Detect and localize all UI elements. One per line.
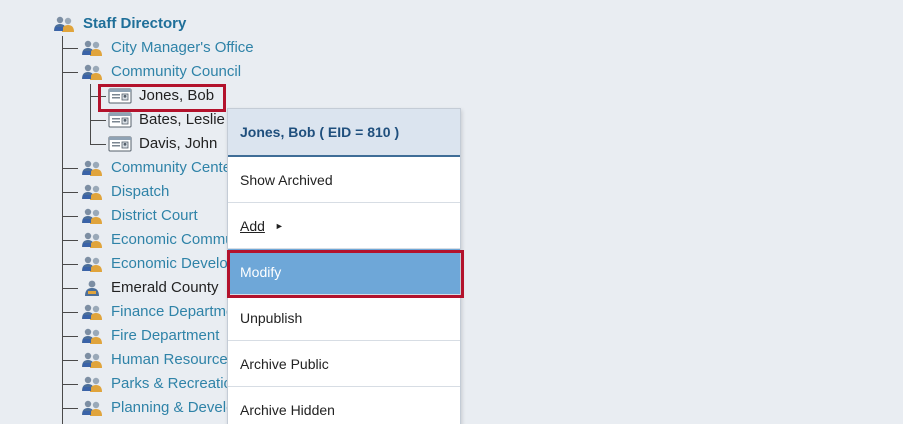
group-icon [80,327,104,345]
group-icon [80,351,104,369]
tree-connector [62,192,78,193]
menu-item-modify[interactable]: Modify [228,249,460,295]
tree-item-label: Davis, John [139,135,218,152]
group-icon [80,159,104,177]
context-menu: Jones, Bob ( EID = 810 ) Show Archived A… [227,108,464,424]
menu-item-label: Archive Public [240,355,329,372]
tree-item-person[interactable]: Jones, Bob [108,84,214,108]
tree-connector [62,384,78,385]
group-icon [80,303,104,321]
tree-item-label: City Manager's Office [111,39,254,56]
tree-item-department[interactable]: Human Resources [80,348,235,372]
menu-item-label: Add [240,217,265,234]
menu-item-label: Show Archived [240,171,333,188]
tree-item-department[interactable]: Community Council [80,60,241,84]
tree-connector [62,408,78,409]
tree-line-main [62,36,63,424]
tree-connector [62,168,78,169]
tree-item-department[interactable]: District Court [80,204,198,228]
tree-connector [62,360,78,361]
group-icon [80,63,104,81]
tree-connector [62,240,78,241]
menu-item-archive-public[interactable]: Archive Public [228,341,460,387]
tree-item-department[interactable]: Parks & Recreation [80,372,240,396]
tree-item-label: Jones, Bob [139,87,215,104]
group-icon [52,15,76,33]
tree-item-label: Community Council [111,63,242,80]
tree-connector [62,288,78,289]
tree-connector [62,216,78,217]
tree-item-department[interactable]: Community Center [80,156,236,180]
tree-connector [62,336,78,337]
staff-directory-tree: Staff Directory City Manager's Office Com… [0,0,903,424]
tree-connector [62,312,78,313]
tree-item-label: Human Resources [111,351,236,368]
tree-item-label: Fire Department [111,327,220,344]
tree-item-department[interactable]: City Manager's Office [80,36,254,60]
submenu-arrow-icon: ► [274,220,284,231]
tree-item-label: Emerald County [111,279,219,296]
tree-item-department[interactable]: Fire Department [80,324,219,348]
tree-item-label: Parks & Recreation [111,375,241,392]
group-icon [80,183,104,201]
tree-item-department[interactable]: Dispatch [80,180,169,204]
contact-card-icon [108,135,132,153]
menu-item-label: Modify [240,263,282,280]
tree-item-label: District Court [111,207,198,224]
group-icon [80,255,104,273]
contact-card-icon [108,87,132,105]
context-menu-title: Jones, Bob ( EID = 810 ) [228,109,460,157]
tree-item-department[interactable]: Emerald County [80,276,219,300]
group-icon [80,375,104,393]
tree-item-person[interactable]: Bates, Leslie [108,108,225,132]
tree-item-person[interactable]: Davis, John [108,132,217,156]
person-icon [80,279,104,297]
contact-card-icon [108,111,132,129]
tree-item-label: Bates, Leslie [139,111,225,128]
menu-item-label: Archive Hidden [240,401,335,418]
tree-item-label: Community Center [111,159,237,176]
group-icon [80,231,104,249]
group-icon [80,39,104,57]
tree-connector [90,96,106,97]
menu-item-label: Unpublish [240,309,303,326]
menu-item-archive-hidden[interactable]: Archive Hidden [228,387,460,424]
tree-connector [62,48,78,49]
group-icon [80,399,104,417]
tree-connector [62,72,78,73]
tree-connector [62,264,78,265]
tree-line-sub [90,84,91,144]
menu-item-show-archived[interactable]: Show Archived [228,157,460,203]
group-icon [80,207,104,225]
tree-connector [90,120,106,121]
tree-root-staff-directory[interactable]: Staff Directory [52,12,186,36]
tree-item-department[interactable]: Finance Department [80,300,247,324]
menu-item-add[interactable]: Add ► [228,203,460,249]
tree-connector [90,144,106,145]
menu-item-unpublish[interactable]: Unpublish [228,295,460,341]
tree-item-label: Dispatch [111,183,170,200]
tree-root-label: Staff Directory [83,15,187,32]
